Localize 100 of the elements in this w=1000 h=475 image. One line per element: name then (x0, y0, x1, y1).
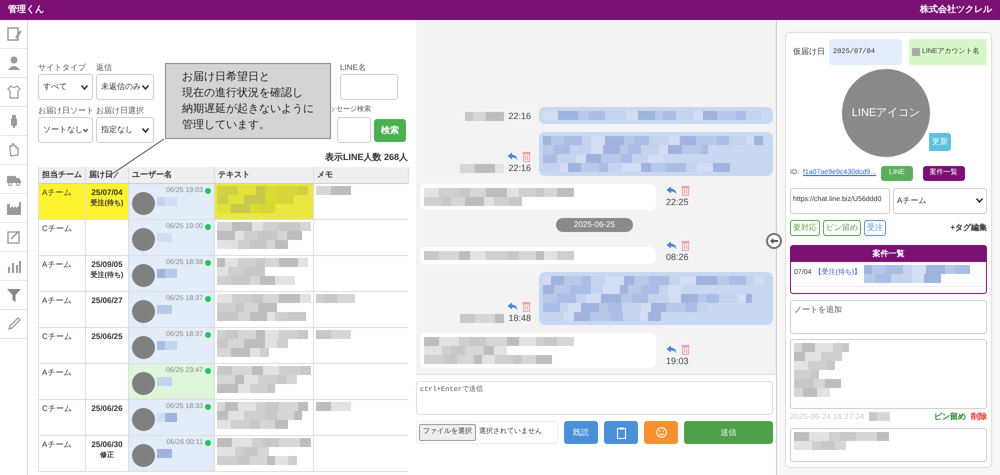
search-button[interactable]: 検索 (374, 119, 406, 142)
update-button[interactable]: 更新 (929, 133, 951, 151)
dropdown[interactable]: すべて (38, 74, 93, 100)
avatar-icon (132, 228, 155, 250)
message-time: 22:16 (508, 110, 531, 123)
delivery-date: 25/06/27 (91, 294, 123, 306)
blurred-text (465, 112, 504, 122)
trash-icon (681, 240, 690, 250)
smiley-icon (656, 427, 666, 438)
delivery-date: 25/06/26 (91, 402, 123, 414)
send-button[interactable]: 送信 (684, 421, 773, 444)
message-time: 18:48 (508, 312, 531, 324)
column-header: 担当チーム (39, 166, 86, 182)
chevron-down-icon (142, 84, 149, 90)
table-cell: Cチーム (39, 220, 86, 254)
message-time: 19:03 (666, 354, 689, 368)
trash-icon (522, 151, 531, 162)
clipboard-button[interactable] (604, 421, 638, 444)
blurred-text (157, 196, 177, 206)
blurred-text (157, 412, 177, 422)
tag-button[interactable]: 要対応 (790, 220, 820, 236)
message-time: 22:25 (666, 196, 689, 209)
message-time: 22:16 (508, 162, 531, 175)
table-cell: Aチーム (39, 256, 86, 290)
blurred-text (460, 314, 504, 323)
line-count: 表示LINE人数 268人 (324, 151, 408, 164)
reply-icon (507, 152, 518, 161)
delete-link[interactable]: 削除 (971, 410, 987, 422)
field-label: お届け日選択 (96, 105, 145, 117)
column-header: メモ (314, 166, 409, 182)
blurred-text (157, 448, 172, 458)
table-cell: Cチーム (39, 328, 86, 362)
filter-icon[interactable] (6, 287, 22, 303)
user-icon[interactable] (6, 55, 22, 71)
blurred-text (794, 342, 849, 396)
delivery-date: 25/07/04 (91, 186, 123, 198)
shirt-icon[interactable] (6, 84, 22, 100)
collapse-button[interactable] (766, 233, 782, 249)
company-name: 株式会社ツクレル (920, 3, 992, 16)
arrow-left-icon (770, 238, 778, 244)
column-header: ユーザー名 (129, 166, 215, 182)
pencil-icon[interactable] (6, 316, 22, 332)
trash-icon (522, 300, 531, 312)
tooltip-line: お届け日希望日と (182, 70, 270, 85)
field-label: LINE名 (340, 62, 367, 74)
blurred-text (157, 376, 172, 386)
reply-icon (666, 186, 677, 195)
tooltip-line: 管理しています。 (182, 118, 270, 133)
factory-icon[interactable] (6, 200, 22, 216)
blurred-text (157, 268, 177, 278)
reply-icon (666, 240, 677, 250)
table-cell: Aチーム (39, 436, 86, 470)
chevron-down-icon (83, 128, 88, 132)
case-list-title: 案件一覧 (791, 246, 986, 262)
trash-icon (681, 344, 690, 354)
text-field[interactable] (340, 74, 398, 100)
delivery-date: 25/09/05 (91, 258, 123, 270)
dropdown[interactable]: ソートなし (38, 117, 93, 143)
message-time: 08:26 (666, 250, 689, 264)
edit-icon[interactable] (6, 26, 22, 42)
dropdown[interactable]: 未返信のみ (96, 74, 154, 100)
blurred-text (157, 340, 177, 350)
trash-icon (681, 185, 690, 196)
tag-button[interactable]: ピン留め (823, 220, 861, 236)
reply-icon (666, 344, 677, 354)
field-label: お届け日ソート (38, 105, 93, 117)
blurred-text (460, 164, 504, 174)
pin-link[interactable]: ピン留め (934, 410, 966, 422)
tooltip-line: 現在の進行状況を確認し (182, 86, 303, 101)
field-label: 仮届け日 (792, 46, 826, 58)
field-label: サイトタイプ (38, 62, 88, 74)
note-input[interactable]: ノートを追加 (790, 300, 987, 334)
chevron-down-icon (142, 128, 149, 132)
avatar-icon (132, 444, 155, 466)
date-separator: 2025-06-25 (556, 218, 633, 232)
table-cell: Aチーム (39, 292, 86, 326)
table-cell: Aチーム (39, 184, 86, 218)
text-field[interactable] (337, 117, 371, 143)
clipboard-icon (616, 426, 626, 438)
team-dropdown[interactable]: Aチーム (893, 188, 987, 214)
avatar-icon (132, 264, 155, 286)
tag-button[interactable]: 受注 (864, 220, 886, 236)
chevron-down-icon (976, 198, 983, 203)
dropdown[interactable]: 指定なし (96, 117, 154, 143)
note-icon[interactable] (6, 229, 22, 245)
bar-chart-icon[interactable] (6, 258, 22, 274)
avatar-icon (132, 192, 155, 214)
blurred-text (869, 412, 890, 421)
table-cell: Aチーム (39, 364, 86, 398)
read-button[interactable]: 既読 (564, 421, 598, 444)
tag-edit-link[interactable]: +タグ編集 (950, 222, 987, 234)
avatar-label: LINEアイコン (852, 106, 920, 121)
chevron-down-icon (81, 84, 88, 90)
column-header: 届け日 (86, 166, 129, 182)
emoji-button[interactable] (644, 421, 678, 444)
avatar-icon (132, 336, 155, 358)
field-label: 返信 (96, 62, 113, 74)
avatar-icon (132, 300, 155, 322)
delivery-date: 25/06/30 (91, 438, 123, 450)
blurred-text (157, 304, 172, 314)
